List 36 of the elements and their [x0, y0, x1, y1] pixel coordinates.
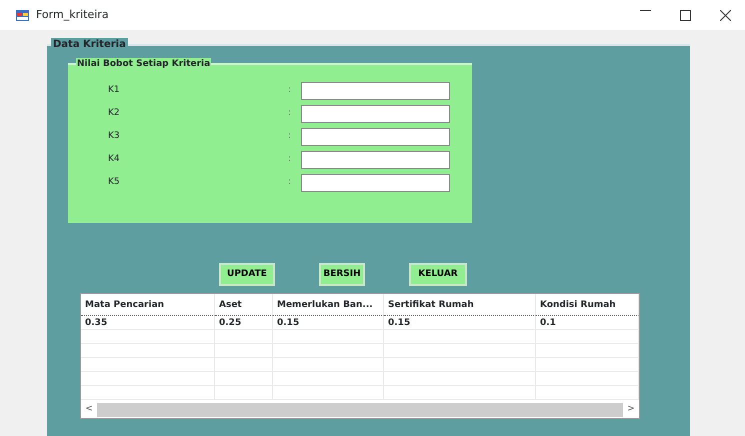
field-label: K4: [108, 152, 121, 166]
maximize-icon[interactable]: [680, 10, 690, 20]
action-button[interactable]: UPDATE: [219, 263, 275, 286]
scrollbar-thumb[interactable]: [97, 403, 623, 417]
app-icon: [16, 10, 29, 20]
colon: :: [288, 106, 292, 120]
panel-title: Nilai Bobot Setiap Kriteria: [76, 58, 212, 71]
column-header[interactable]: Mata Pencarian: [81, 294, 215, 316]
table-cell: 0.25: [215, 316, 273, 330]
table-cell: 0.15: [273, 316, 384, 330]
colon: :: [288, 130, 292, 143]
close-icon[interactable]: [720, 10, 730, 20]
field-label: K3: [108, 130, 121, 143]
window-title: Form_kriteira: [36, 6, 109, 23]
field-label: K1: [108, 84, 121, 97]
column-header[interactable]: Sertifikat Rumah: [384, 294, 536, 316]
action-button[interactable]: KELUAR: [409, 263, 467, 286]
field-label: K5: [108, 176, 121, 189]
input-field[interactable]: [301, 128, 450, 146]
field-label: K2: [108, 106, 121, 120]
input-field[interactable]: [301, 150, 450, 168]
table-cell: 0.35: [81, 316, 215, 330]
colon: :: [288, 84, 292, 97]
table-cell: 0.15: [384, 316, 536, 330]
scroll-right-arrow[interactable]: >: [623, 403, 639, 417]
colon: :: [288, 176, 292, 189]
column-header[interactable]: Kondisi Rumah: [536, 294, 639, 316]
input-field[interactable]: [301, 174, 450, 192]
column-header[interactable]: Aset: [215, 294, 273, 316]
scroll-left-arrow[interactable]: <: [81, 403, 97, 417]
column-header[interactable]: Memerlukan Ban...: [273, 294, 384, 316]
colon: :: [288, 152, 292, 166]
input-field[interactable]: [301, 82, 450, 100]
table-cell: 0.1: [536, 316, 639, 330]
action-button[interactable]: BERSIH: [319, 263, 365, 286]
input-field[interactable]: [301, 104, 450, 122]
